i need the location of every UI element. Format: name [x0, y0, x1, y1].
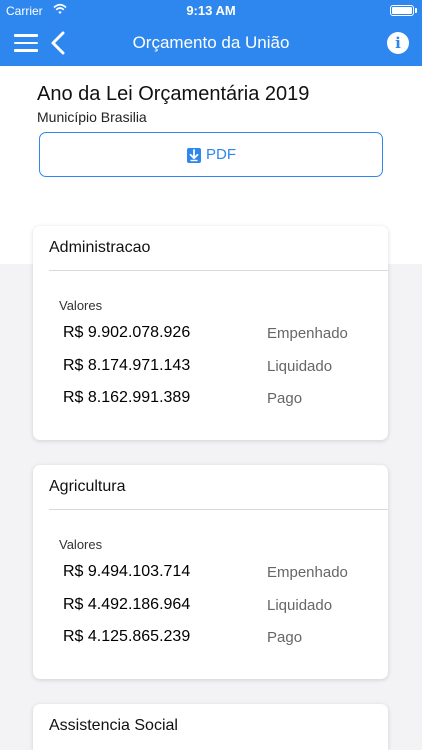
info-icon[interactable]: i: [387, 32, 409, 54]
value-row: R$ 4.125.865.239 Pago: [63, 628, 372, 650]
battery-tip: [415, 8, 417, 13]
card-assistencia-social: Assistencia Social: [33, 704, 388, 750]
nav-bar: Orçamento da União i: [0, 20, 422, 66]
amount-kind: Liquidado: [267, 597, 333, 614]
amount-kind: Pago: [267, 629, 303, 646]
clock: 9:13 AM: [186, 3, 236, 18]
card-title: Agricultura: [49, 478, 126, 495]
amount-value: R$ 9.494.103.714: [63, 563, 191, 580]
amount-value: R$ 4.492.186.964: [63, 596, 191, 613]
value-row: R$ 8.162.991.389 Pago: [63, 389, 372, 411]
download-icon: [187, 147, 201, 163]
amount-value: R$ 9.902.078.926: [63, 324, 191, 341]
amount-kind: Empenhado: [267, 564, 348, 581]
status-bar: Carrier 9:13 AM: [0, 0, 422, 20]
valores-label: Valores: [59, 298, 103, 313]
card-administracao: Administracao Valores R$ 9.902.078.926 E…: [33, 226, 388, 440]
card-divider: [49, 509, 388, 510]
value-row: R$ 8.174.971.143 Liquidado: [63, 357, 372, 379]
amount-value: R$ 8.174.971.143: [63, 357, 191, 374]
pdf-button-label: PDF: [206, 146, 236, 163]
pdf-button[interactable]: PDF: [39, 132, 383, 177]
municipality-label: Município Brasilia: [37, 109, 147, 125]
value-row: R$ 9.494.103.714 Empenhado: [63, 563, 372, 585]
amount-value: R$ 8.162.991.389: [63, 389, 191, 406]
battery-icon: [390, 5, 414, 16]
card-divider: [49, 270, 388, 271]
amount-kind: Empenhado: [267, 325, 348, 342]
amount-kind: Pago: [267, 390, 303, 407]
nav-title: Orçamento da União: [132, 33, 290, 52]
amount-kind: Liquidado: [267, 358, 333, 375]
card-title: Administracao: [49, 239, 151, 256]
main-content: Ano da Lei Orçamentária 2019 Município B…: [0, 66, 422, 750]
card-agricultura: Agricultura Valores R$ 9.494.103.714 Emp…: [33, 465, 388, 679]
card-title: Assistencia Social: [49, 717, 178, 734]
valores-label: Valores: [59, 537, 103, 552]
value-row: R$ 9.902.078.926 Empenhado: [63, 324, 372, 346]
page-title: Ano da Lei Orçamentária 2019: [37, 83, 310, 105]
amount-value: R$ 4.125.865.239: [63, 628, 191, 645]
value-row: R$ 4.492.186.964 Liquidado: [63, 596, 372, 618]
